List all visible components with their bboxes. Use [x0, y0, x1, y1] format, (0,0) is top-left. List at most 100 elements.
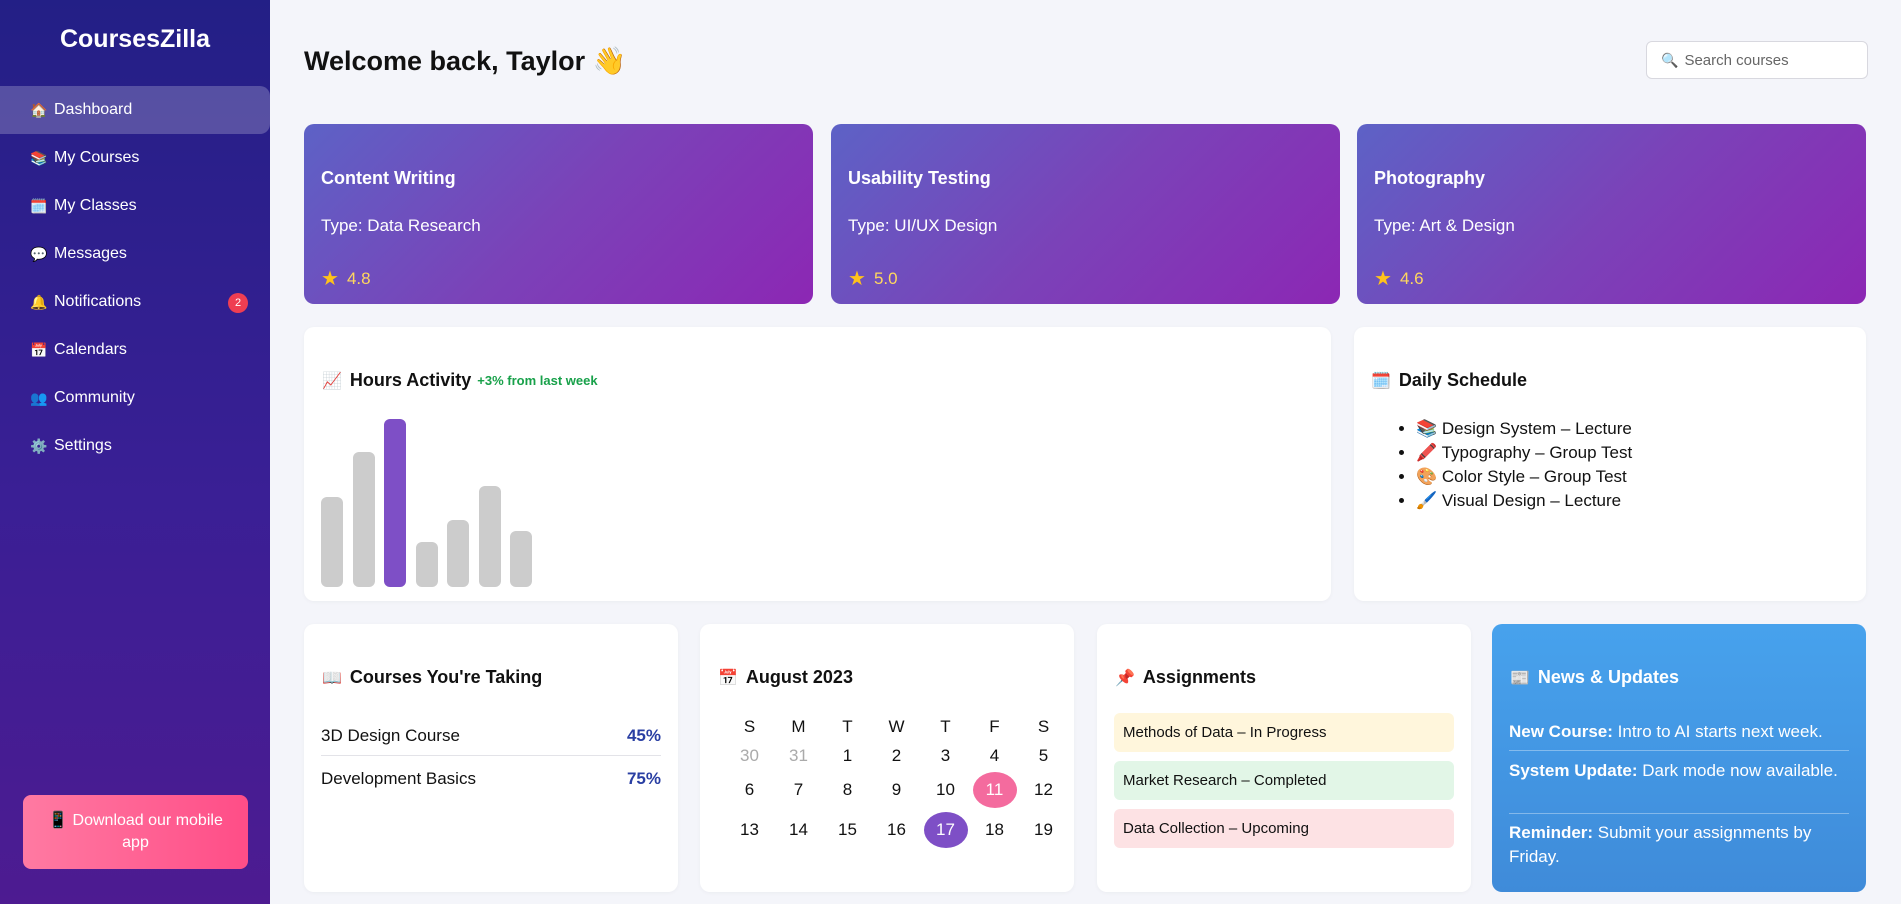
- assignment-item[interactable]: Methods of Data – In Progress: [1114, 713, 1454, 752]
- brand-logo[interactable]: CoursesZilla: [0, 0, 270, 86]
- weekday-header: W: [888, 716, 905, 736]
- sidebar-item-community[interactable]: 👥 Community: [0, 374, 270, 422]
- sidebar-item-dashboard[interactable]: 🏠 Dashboard: [0, 86, 270, 134]
- calendar-icon: 📅: [30, 341, 48, 358]
- sidebar-item-notifications[interactable]: 🔔 Notifications 2: [0, 278, 270, 326]
- calendar-panel: 📅 August 2023 S M T W T F S 30 31 1 2 3 4 5 6 7 8 9 10 11 12…: [700, 624, 1074, 892]
- news-item-label: Reminder:: [1509, 823, 1594, 842]
- assignments-title: 📌 Assignments: [1115, 667, 1256, 688]
- hours-bar-chart: [321, 417, 561, 587]
- speech-bubble-icon: 💬: [30, 245, 48, 262]
- calendar-grid: S M T W T F S 30 31 1 2 3 4 5 6 7 8 9 10 11 12 13 14 15 16 17 18 19: [725, 712, 1053, 850]
- assignment-item[interactable]: Data Collection – Upcoming: [1114, 809, 1454, 848]
- home-icon: 🏠: [30, 101, 48, 118]
- assignments-panel: 📌 Assignments Methods of Data – In Progr…: [1097, 624, 1471, 892]
- sidebar-item-my-courses[interactable]: 📚 My Courses: [0, 134, 270, 182]
- calendar-day[interactable]: 6: [725, 770, 774, 810]
- calendar-day[interactable]: 15: [823, 810, 872, 850]
- sidebar-item-calendars[interactable]: 📅 Calendars: [0, 326, 270, 374]
- highlighted-day: 11: [972, 772, 1017, 808]
- calendar-day[interactable]: 12: [1019, 770, 1068, 810]
- calendar-day[interactable]: 7: [774, 770, 823, 810]
- divider: [1509, 813, 1849, 814]
- news-heading: News & Updates: [1537, 667, 1679, 687]
- star-icon: ★: [848, 268, 866, 290]
- calendar-day[interactable]: 14: [774, 810, 823, 850]
- download-app-button[interactable]: 📱 Download our mobile app: [23, 795, 248, 869]
- calendar-day[interactable]: 17: [921, 810, 970, 850]
- calendar-day[interactable]: 16: [872, 810, 921, 850]
- calendar-day[interactable]: 10: [921, 770, 970, 810]
- sidebar-item-label: Community: [54, 389, 135, 406]
- sidebar-item-label: Notifications: [54, 293, 142, 310]
- search-input[interactable]: [1684, 51, 1855, 69]
- rating-value: 5.0: [873, 268, 898, 288]
- course-progress-row[interactable]: Development Basics 75%: [321, 757, 661, 800]
- course-card-rating: ★ 4.6: [1374, 266, 1424, 291]
- calendar-day[interactable]: 30: [725, 741, 774, 770]
- course-card-type: Type: Data Research: [321, 216, 481, 235]
- calendar-icon: 🗓️: [30, 197, 48, 214]
- highlighted-day: 17: [923, 812, 968, 848]
- sidebar-item-messages[interactable]: 💬 Messages: [0, 230, 270, 278]
- assignment-item[interactable]: Market Research – Completed: [1114, 761, 1454, 800]
- calendar-title: 📅 August 2023: [718, 667, 853, 688]
- news-item: Reminder: Submit your assignments by Fri…: [1509, 821, 1849, 869]
- hours-activity-title: 📈 Hours Activity +3% from last week: [322, 370, 598, 391]
- search-box[interactable]: 🔍: [1646, 41, 1868, 79]
- daily-schedule-title: 🗓️ Daily Schedule: [1371, 370, 1527, 391]
- course-card-type: Type: Art & Design: [1374, 216, 1515, 235]
- activity-bar: [384, 419, 406, 587]
- phone-icon: 📱: [48, 812, 69, 829]
- sidebar-item-label: My Classes: [54, 197, 137, 214]
- course-card-content-writing[interactable]: Content Writing Type: Data Research ★ 4.…: [304, 124, 813, 304]
- calendar-day[interactable]: 4: [970, 741, 1019, 770]
- sidebar-nav: 🏠 Dashboard 📚 My Courses 🗓️ My Classes 💬…: [0, 86, 270, 470]
- calendar-day[interactable]: 18: [970, 810, 1019, 850]
- calendar-day[interactable]: 3: [921, 741, 970, 770]
- sidebar-item-label: My Courses: [54, 149, 140, 166]
- calendar-day[interactable]: 1: [823, 741, 872, 770]
- calendar-day[interactable]: 8: [823, 770, 872, 810]
- star-icon: ★: [1374, 268, 1392, 290]
- weekday-header: M: [791, 716, 806, 736]
- activity-bar: [510, 531, 532, 587]
- sidebar-item-label: Messages: [54, 245, 127, 262]
- sidebar-item-my-classes[interactable]: 🗓️ My Classes: [0, 182, 270, 230]
- course-name: 3D Design Course: [321, 725, 460, 745]
- calendar-day[interactable]: 9: [872, 770, 921, 810]
- course-card-title: Content Writing: [321, 168, 456, 188]
- calendar-day[interactable]: 19: [1019, 810, 1068, 850]
- course-percent: 75%: [626, 768, 661, 788]
- calendar-day[interactable]: 13: [725, 810, 774, 850]
- news-title: 📰 News & Updates: [1510, 667, 1679, 688]
- divider: [1509, 750, 1849, 751]
- course-progress-row[interactable]: 3D Design Course 45%: [321, 714, 661, 757]
- sidebar-item-label: Dashboard: [54, 101, 133, 118]
- course-card-photography[interactable]: Photography Type: Art & Design ★ 4.6: [1357, 124, 1866, 304]
- hours-activity-heading: Hours Activity: [349, 370, 472, 390]
- schedule-item: 🎨 Color Style – Group Test: [1416, 465, 1632, 489]
- activity-bar: [352, 452, 375, 587]
- sidebar-item-settings[interactable]: ⚙️ Settings: [0, 422, 270, 470]
- calendar-month-label: August 2023: [745, 667, 853, 687]
- calendar-day[interactable]: 31: [774, 741, 823, 770]
- calendar-day[interactable]: 2: [872, 741, 921, 770]
- course-card-usability-testing[interactable]: Usability Testing Type: UI/UX Design ★ 5…: [831, 124, 1340, 304]
- news-item: New Course: Intro to AI starts next week…: [1509, 720, 1849, 744]
- news-item-label: System Update:: [1509, 761, 1638, 780]
- weekday-header: S: [1037, 716, 1050, 736]
- course-percent: 45%: [626, 725, 661, 745]
- news-item-text: Dark mode now available.: [1637, 761, 1838, 780]
- calendar-day[interactable]: 11: [970, 770, 1019, 810]
- news-item-text: Intro to AI starts next week.: [1612, 722, 1823, 741]
- calendar-day[interactable]: 5: [1019, 741, 1068, 770]
- weekday-header: T: [842, 716, 853, 736]
- books-icon: 📚: [30, 149, 48, 166]
- course-card-title: Photography: [1374, 168, 1485, 188]
- bell-icon: 🔔: [30, 293, 48, 310]
- sidebar: CoursesZilla 🏠 Dashboard 📚 My Courses 🗓️…: [0, 0, 270, 904]
- activity-bar: [415, 542, 438, 587]
- schedule-list: 📚 Design System – Lecture 🖍️ Typography …: [1416, 417, 1632, 513]
- course-card-rating: ★ 5.0: [848, 266, 898, 291]
